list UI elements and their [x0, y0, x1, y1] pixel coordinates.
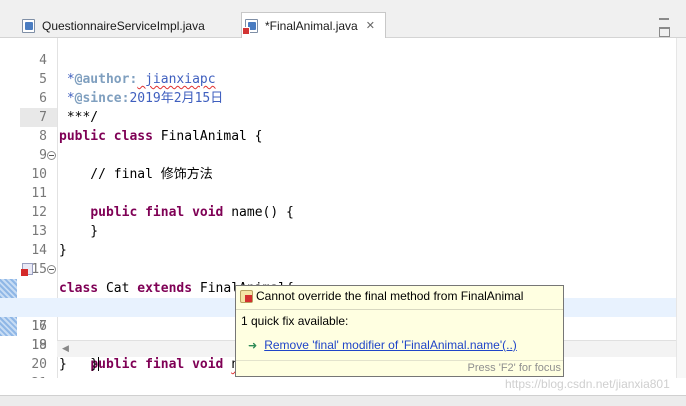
error-marker-icon[interactable] — [21, 263, 33, 276]
fold-toggle-icon[interactable] — [47, 151, 56, 160]
code-line: 12 } — [31, 205, 99, 239]
code-line: 4 *@author: jianxiapc — [39, 53, 216, 87]
fold-toggle-icon[interactable] — [47, 265, 56, 274]
arrow-right-icon: ➜ — [248, 338, 258, 352]
quick-fix-item[interactable]: ➜ Remove 'final' modifier of 'FinalAnima… — [248, 338, 517, 352]
java-file-icon — [22, 18, 35, 33]
code-line: 16 public final void name() { — [0, 260, 676, 373]
error-icon — [240, 289, 253, 303]
focus-hint: Press 'F2' for focus — [467, 362, 561, 374]
watermark: https://blog.csdn.net/jianxia801 — [505, 377, 670, 391]
code-line: 5 *@since:2019年2月15日 — [39, 72, 224, 106]
editor-tab-bar: QuestionnaireServiceImpl.java *FinalAnim… — [0, 0, 686, 38]
code-line: 9 // final 修饰方法 — [39, 148, 213, 182]
quick-fix-hover[interactable]: Cannot override the final method from Fi… — [235, 285, 564, 377]
problem-message: Cannot override the final method from Fi… — [256, 289, 524, 303]
quick-fix-link[interactable]: Remove 'final' modifier of 'FinalAnimal.… — [264, 338, 517, 352]
code-line: 15 class Cat extends FinalAnimal{ — [31, 262, 293, 296]
close-icon[interactable]: ✕ — [366, 19, 375, 32]
minimize-icon[interactable] — [659, 13, 671, 23]
quick-fix-count: 1 quick fix available: — [241, 314, 349, 328]
code-line: 7 public class FinalAnimal { — [0, 89, 676, 144]
tab-questionnaire-service-impl[interactable]: QuestionnaireServiceImpl.java — [19, 13, 241, 38]
code-line: 14 — [31, 243, 47, 258]
code-line: 8 — [39, 129, 47, 144]
maximize-icon[interactable] — [659, 27, 671, 37]
code-line: 10 public final void name() { — [0, 146, 676, 220]
code-line: 13 } — [31, 224, 67, 258]
tab-final-animal[interactable]: *FinalAnimal.java ✕ — [241, 12, 386, 38]
java-file-error-icon — [242, 18, 258, 35]
tab-label: *FinalAnimal.java — [265, 18, 358, 33]
code-line: 11 — [31, 186, 47, 201]
overview-ruler[interactable] — [676, 38, 686, 378]
bottom-panel-edge — [0, 395, 686, 406]
tab-label: QuestionnaireServiceImpl.java — [42, 18, 205, 33]
code-line: 6 ***/ — [39, 91, 99, 125]
problem-header: Cannot override the final method from Fi… — [240, 289, 523, 303]
scroll-left-icon[interactable]: ◀ — [62, 344, 69, 354]
